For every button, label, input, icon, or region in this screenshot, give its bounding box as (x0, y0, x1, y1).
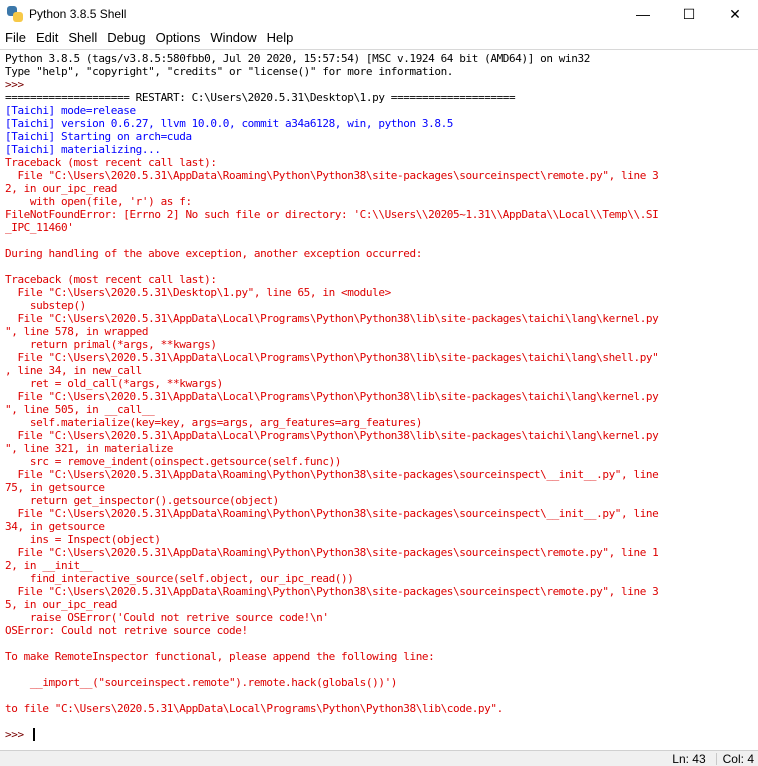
menu-options[interactable]: Options (151, 28, 206, 48)
menu-help[interactable]: Help (262, 28, 299, 48)
shell-line: File "C:\Users\2020.5.31\AppData\Roaming… (5, 507, 659, 520)
shell-line: To make RemoteInspector functional, plea… (5, 650, 435, 663)
shell-line: Python 3.8.5 (tags/v3.8.5:580fbb0, Jul 2… (5, 52, 590, 65)
shell-line: [Taichi] version 0.6.27, llvm 10.0.0, co… (5, 117, 454, 130)
status-separator (715, 752, 717, 765)
menu-file[interactable]: File (0, 28, 31, 48)
shell-line: File "C:\Users\2020.5.31\AppData\Roaming… (5, 546, 659, 559)
shell-line: __import__("sourceinspect.remote").remot… (5, 676, 398, 689)
shell-line: [Taichi] mode=release (5, 104, 136, 117)
shell-line: substep() (5, 299, 86, 312)
shell-line: FileNotFoundError: [Errno 2] No such fil… (5, 208, 659, 221)
shell-line: 2, in our_ipc_read (5, 182, 118, 195)
shell-line: Traceback (most recent call last): (5, 156, 217, 169)
shell-line: File "C:\Users\2020.5.31\AppData\Local\P… (5, 429, 659, 442)
shell-line: return get_inspector().getsource(object) (5, 494, 279, 507)
status-bar: Ln: 43 Col: 4 (0, 750, 758, 766)
menu-window[interactable]: Window (205, 28, 261, 48)
close-button[interactable]: ✕ (712, 0, 758, 28)
shell-line: _IPC_11460' (5, 221, 74, 234)
window-controls: — ☐ ✕ (620, 0, 758, 28)
shell-line: ", line 578, in wrapped (5, 325, 149, 338)
shell-line: File "C:\Users\2020.5.31\AppData\Roaming… (5, 585, 659, 598)
shell-line: return primal(*args, **kwargs) (5, 338, 217, 351)
shell-line: with open(file, 'r') as f: (5, 195, 192, 208)
menu-debug[interactable]: Debug (102, 28, 150, 48)
shell-line: ", line 505, in __call__ (5, 403, 155, 416)
minimize-button[interactable]: — (620, 0, 666, 28)
shell-line: 34, in getsource (5, 520, 105, 533)
shell-line: Type "help", "copyright", "credits" or "… (5, 65, 454, 78)
shell-line: Traceback (most recent call last): (5, 273, 217, 286)
shell-line: File "C:\Users\2020.5.31\Desktop\1.py", … (5, 286, 391, 299)
maximize-button[interactable]: ☐ (666, 0, 712, 28)
shell-line: find_interactive_source(self.object, our… (5, 572, 354, 585)
menu-bar: File Edit Shell Debug Options Window Hel… (0, 28, 758, 48)
shell-line: >>> (5, 78, 30, 91)
shell-text-area[interactable]: Python 3.8.5 (tags/v3.8.5:580fbb0, Jul 2… (0, 49, 758, 750)
shell-line: src = remove_indent(oinspect.getsource(s… (5, 455, 342, 468)
title-bar[interactable]: Python 3.8.5 Shell — ☐ ✕ (0, 0, 758, 28)
shell-line: File "C:\Users\2020.5.31\AppData\Local\P… (5, 390, 659, 403)
shell-line: ins = Inspect(object) (5, 533, 161, 546)
text-cursor (32, 728, 35, 741)
shell-line: File "C:\Users\2020.5.31\AppData\Local\P… (5, 351, 659, 364)
shell-line: self.materialize(key=key, args=args, arg… (5, 416, 422, 429)
shell-line: 75, in getsource (5, 481, 105, 494)
shell-line: , line 34, in new_call (5, 364, 142, 377)
shell-line: ret = old_call(*args, **kwargs) (5, 377, 223, 390)
status-line: Ln: 43 (672, 751, 706, 766)
shell-line: File "C:\Users\2020.5.31\AppData\Roaming… (5, 468, 659, 481)
shell-line: [Taichi] Starting on arch=cuda (5, 130, 192, 143)
shell-line: to file "C:\Users\2020.5.31\AppData\Loca… (5, 702, 503, 715)
shell-line: raise OSError('Could not retrive source … (5, 611, 329, 624)
input-prompt-row[interactable]: >>> (5, 728, 35, 741)
python-icon (7, 6, 23, 22)
shell-line: File "C:\Users\2020.5.31\AppData\Roaming… (5, 169, 659, 182)
status-column: Col: 4 (722, 751, 754, 766)
shell-line: 2, in __init__ (5, 559, 93, 572)
shell-line: ==================== RESTART: C:\Users\2… (5, 91, 516, 104)
window-title: Python 3.8.5 Shell (29, 7, 127, 21)
shell-prompt: >>> (5, 728, 30, 741)
shell-line: [Taichi] materializing... (5, 143, 161, 156)
shell-line: OSError: Could not retrive source code! (5, 624, 248, 637)
shell-line: File "C:\Users\2020.5.31\AppData\Local\P… (5, 312, 659, 325)
shell-line: During handling of the above exception, … (5, 247, 422, 260)
menu-edit[interactable]: Edit (31, 28, 63, 48)
menu-shell[interactable]: Shell (63, 28, 102, 48)
shell-line: 5, in our_ipc_read (5, 598, 118, 611)
shell-output: Python 3.8.5 (tags/v3.8.5:580fbb0, Jul 2… (5, 52, 756, 715)
shell-line: ", line 321, in materialize (5, 442, 174, 455)
